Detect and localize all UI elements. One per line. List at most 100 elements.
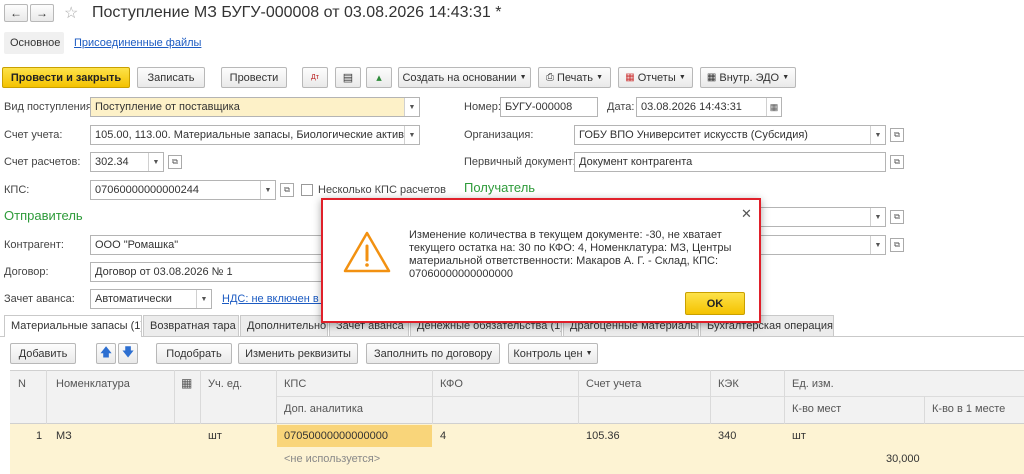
price-control-button[interactable]: Контроль цен ▼: [508, 343, 598, 364]
col-header-kps: КПС: [284, 378, 307, 390]
col-divider: [710, 370, 711, 424]
chevron-down-icon[interactable]: ▼: [404, 126, 419, 144]
tab-additional-label: Дополнительно: [247, 320, 327, 332]
chevron-down-icon[interactable]: ▼: [870, 208, 885, 226]
row-kek: 340: [718, 430, 737, 442]
open-icon[interactable]: ⧉: [890, 155, 904, 169]
pick-button[interactable]: Подобрать: [156, 343, 232, 364]
table-row[interactable]: [10, 424, 1024, 474]
col-header-per-place: К-во в 1 месте: [932, 403, 1006, 415]
warning-icon: [343, 231, 391, 273]
save-button[interactable]: Записать: [137, 67, 205, 88]
move-down-button[interactable]: 🡇: [118, 343, 138, 364]
recipient-field[interactable]: ▼: [740, 207, 886, 227]
move-up-button[interactable]: 🡅: [96, 343, 116, 364]
tab-returnable-label: Возвратная тара: [150, 320, 236, 332]
advance-label: Зачет аванса:: [4, 293, 75, 305]
vat-link[interactable]: НДС: не включен в с: [222, 293, 327, 305]
organization-field[interactable]: ГОБУ ВПО Университет искусств (Субсидия)…: [574, 125, 886, 145]
change-props-button[interactable]: Изменить реквизиты: [238, 343, 358, 364]
date-value: 03.08.2026 14:43:31: [641, 101, 742, 113]
kps-field[interactable]: 07060000000000244 ▼: [90, 180, 276, 200]
forward-button[interactable]: →: [30, 4, 54, 22]
doc-tabs-baseline: [0, 336, 1024, 337]
date-field[interactable]: 03.08.2026 14:43:31 ▦: [636, 97, 782, 117]
sender-header: Отправитель: [4, 208, 83, 223]
tab-materials-label: Материальные запасы (1): [11, 320, 142, 332]
open-icon[interactable]: ⧉: [168, 155, 182, 169]
chevron-down-icon[interactable]: ▼: [870, 236, 885, 254]
advance-field[interactable]: Автоматически ▼: [90, 289, 212, 309]
row-analytics: <не используется>: [284, 453, 381, 465]
page-title: Поступление МЗ БУГУ-000008 от 03.08.2026…: [92, 4, 502, 21]
recipient-header: Получатель: [464, 180, 536, 195]
col-header-uom: Ед. изм.: [792, 378, 834, 390]
ok-button[interactable]: OK: [685, 292, 745, 315]
dt-kt-icon[interactable]: Дт: [302, 67, 328, 88]
chevron-down-icon[interactable]: ▼: [196, 290, 211, 308]
add-row-button[interactable]: Добавить: [10, 343, 76, 364]
post-and-close-button[interactable]: Провести и закрыть: [2, 67, 130, 88]
tab-materials[interactable]: Материальные запасы (1): [4, 315, 142, 337]
col-divider: [432, 370, 433, 424]
reports-button[interactable]: ▦ Отчеты ▼: [618, 67, 693, 88]
print-button[interactable]: ⎙ Печать ▼: [538, 67, 611, 88]
account-value: 105.00, 113.00. Материальные запасы, Био…: [95, 129, 412, 141]
kps-value: 07060000000000244: [95, 184, 200, 196]
dialog-message: Изменение количества в текущем документе…: [409, 229, 732, 280]
row-account: 105.36: [586, 430, 620, 442]
print-label: Печать: [557, 71, 594, 84]
advance-value: Автоматически: [95, 293, 172, 305]
receipt-type-label: Вид поступления:: [4, 101, 95, 113]
contract-field[interactable]: Договор от 03.08.2026 № 1: [90, 262, 330, 282]
tab-returnable-packaging[interactable]: Возвратная тара: [143, 315, 239, 336]
chevron-down-icon[interactable]: ▼: [404, 98, 419, 116]
row-uom: шт: [792, 430, 806, 442]
primary-doc-label: Первичный документ:: [464, 156, 576, 168]
col-header-nomenclature: Номенклатура: [56, 378, 130, 390]
account-field[interactable]: 105.00, 113.00. Материальные запасы, Био…: [90, 125, 420, 145]
journal-icon[interactable]: ▤: [335, 67, 361, 88]
tab-attached-files-label: Присоединенные файлы: [74, 37, 202, 49]
receipt-type-field[interactable]: Поступление от поставщика ▼: [90, 97, 420, 117]
col-header-account: Счет учета: [586, 378, 642, 390]
row-kfo: 4: [440, 430, 447, 442]
edo-button[interactable]: ▦ Внутр. ЭДО ▼: [700, 67, 796, 88]
favorite-star-icon[interactable]: ☆: [64, 3, 78, 23]
create-based-button[interactable]: Создать на основании ▼: [398, 67, 531, 88]
open-icon[interactable]: ⧉: [890, 128, 904, 142]
contract-label: Договор:: [4, 266, 49, 278]
settle-account-value: 302.34: [95, 156, 129, 168]
chevron-down-icon: ▼: [678, 74, 686, 81]
col-header-analytics: Доп. аналитика: [284, 403, 363, 415]
open-icon[interactable]: ⧉: [890, 238, 904, 252]
row-nomenclature: МЗ: [56, 430, 72, 442]
back-button[interactable]: ←: [4, 4, 28, 22]
multi-kps-checkbox[interactable]: [301, 184, 313, 196]
tab-main[interactable]: Основное: [4, 32, 64, 54]
recipient-secondary-field[interactable]: ▼: [740, 235, 886, 255]
open-icon[interactable]: ⧉: [890, 210, 904, 224]
table-header-divider: [276, 396, 1024, 397]
chevron-down-icon[interactable]: ▼: [260, 181, 275, 199]
primary-doc-field[interactable]: Документ контрагента: [574, 152, 886, 172]
tab-main-label: Основное: [10, 37, 61, 49]
printer-icon: ⎙: [545, 72, 554, 83]
organization-label: Организация:: [464, 129, 534, 141]
close-icon[interactable]: ✕: [741, 206, 752, 222]
title-bar: ← → ☆ Поступление МЗ БУГУ-000008 от 03.0…: [0, 0, 1024, 28]
counterparty-label: Контрагент:: [4, 239, 64, 251]
settle-account-field[interactable]: 302.34 ▼: [90, 152, 164, 172]
structure-icon[interactable]: ▴: [366, 67, 392, 88]
counterparty-field[interactable]: ООО "Ромашка": [90, 235, 330, 255]
tab-additional[interactable]: Дополнительно: [240, 315, 328, 336]
chevron-down-icon[interactable]: ▼: [148, 153, 163, 171]
calendar-icon[interactable]: ▦: [766, 98, 781, 116]
chevron-down-icon[interactable]: ▼: [870, 126, 885, 144]
post-button[interactable]: Провести: [221, 67, 287, 88]
number-field[interactable]: БУГУ-000008: [500, 97, 598, 117]
tab-attached-files[interactable]: Присоединенные файлы: [74, 37, 201, 49]
price-control-label: Контроль цен: [513, 347, 583, 360]
fill-by-contract-button[interactable]: Заполнить по договору: [366, 343, 500, 364]
open-icon[interactable]: ⧉: [280, 183, 294, 197]
